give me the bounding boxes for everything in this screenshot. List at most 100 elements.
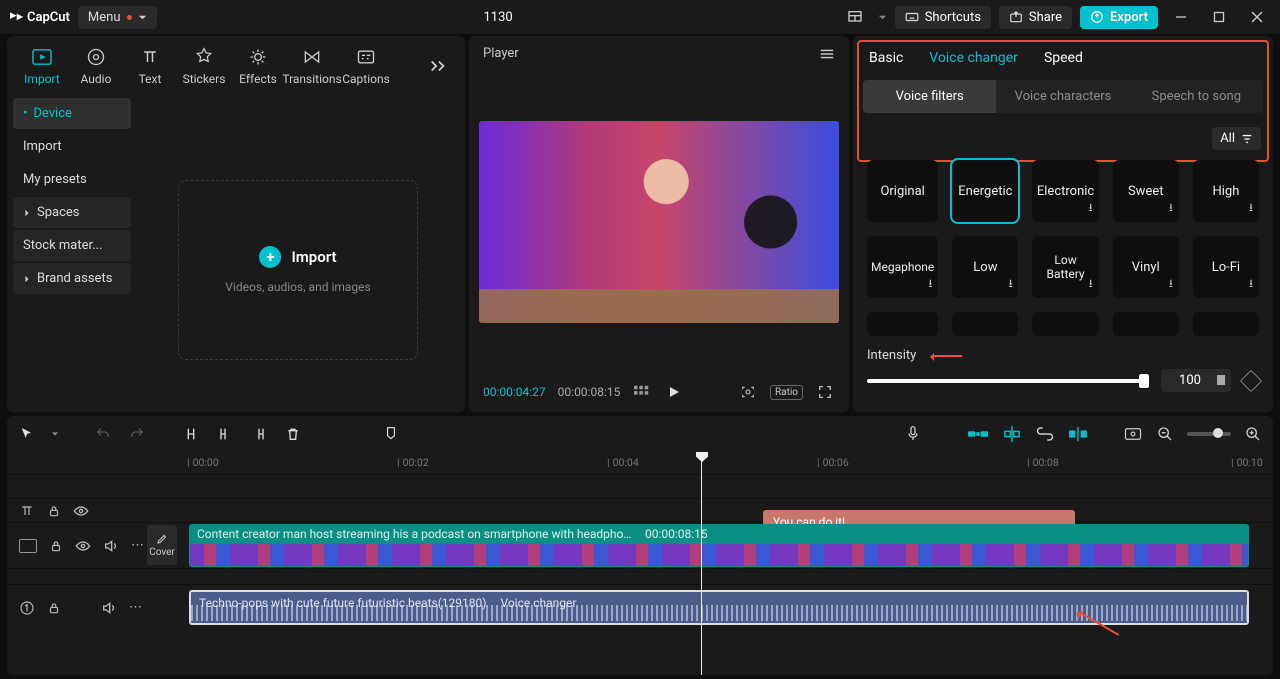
trim-left-tool[interactable] [215, 424, 235, 444]
intensity-value[interactable]: 100 [1161, 369, 1231, 392]
tab-audio[interactable]: Audio [69, 40, 123, 92]
lock-icon[interactable] [49, 539, 63, 553]
cover-button[interactable]: Cover [147, 525, 177, 565]
chevron-down-icon[interactable] [878, 13, 887, 22]
layout-icon[interactable] [840, 2, 870, 32]
tab-speed[interactable]: Speed [1044, 50, 1083, 66]
slider-knob[interactable] [1139, 374, 1149, 388]
nav-brand-assets[interactable]: Brand assets [13, 263, 131, 294]
speaker-icon[interactable] [101, 601, 117, 615]
snap-mode-1[interactable] [967, 425, 989, 443]
shortcuts-button[interactable]: Shortcuts [895, 6, 991, 29]
tab-text[interactable]: Text [123, 40, 177, 92]
duration: 00:00:08:15 [558, 385, 621, 399]
filter-row-placeholder[interactable] [1193, 312, 1259, 336]
ruler-tick: 00:10 [1231, 456, 1263, 469]
menu-button[interactable]: Menu [78, 6, 157, 29]
snap-mode-3[interactable] [1067, 425, 1089, 443]
share-button[interactable]: Share [999, 6, 1072, 29]
seg-voice-filters[interactable]: Voice filters [863, 80, 996, 113]
app-logo: CapCut [8, 9, 70, 25]
tab-stickers[interactable]: Stickers [177, 40, 231, 92]
filter-megaphone[interactable]: Megaphone⭳ [867, 236, 938, 298]
window-maximize[interactable] [1204, 2, 1234, 32]
filter-low[interactable]: Low⭳ [952, 236, 1018, 298]
tab-import[interactable]: Import [15, 40, 69, 92]
filter-electronic[interactable]: Electronic⭳ [1032, 160, 1098, 222]
ratio-button[interactable]: Ratio [770, 385, 803, 400]
nav-stock-materials[interactable]: Stock mater... [13, 230, 131, 261]
download-icon: ⭳ [1169, 199, 1173, 218]
seg-voice-characters[interactable]: Voice characters [996, 80, 1129, 113]
nav-device[interactable]: • Device [13, 98, 131, 129]
window-minimize[interactable] [1166, 2, 1196, 32]
zoom-in-icon[interactable] [1243, 424, 1263, 444]
redo-button[interactable] [127, 424, 147, 444]
intensity-slider[interactable] [867, 379, 1149, 383]
lock-icon[interactable] [47, 504, 61, 518]
filter-row-placeholder[interactable] [1113, 312, 1179, 336]
captions-icon [355, 46, 377, 68]
tab-transitions[interactable]: Transitions [285, 40, 339, 92]
track-more-icon[interactable]: ⋯ [129, 600, 142, 615]
keyframe-button[interactable] [1240, 369, 1263, 392]
tab-effects[interactable]: Effects [231, 40, 285, 92]
filter-row-placeholder[interactable] [952, 312, 1018, 336]
video-clip-header[interactable]: Content creator man host streaming his a… [189, 524, 1249, 544]
filter-vinyl[interactable]: Vinyl⭳ [1113, 236, 1179, 298]
video-clip[interactable] [189, 544, 1249, 567]
timeline[interactable]: 00:00 00:02 00:04 00:06 00:08 00:10 You … [7, 452, 1273, 675]
time-ruler[interactable]: 00:00 00:02 00:04 00:06 00:08 00:10 [181, 452, 1273, 474]
eye-icon[interactable] [75, 540, 91, 552]
tab-basic[interactable]: Basic [869, 50, 903, 66]
more-tabs-button[interactable] [419, 59, 457, 73]
fullscreen-icon[interactable] [815, 382, 835, 402]
tab-voice-changer[interactable]: Voice changer [929, 50, 1018, 66]
scan-icon[interactable] [738, 382, 758, 402]
trim-right-tool[interactable] [249, 424, 269, 444]
play-button[interactable] [664, 382, 684, 402]
zoom-slider[interactable] [1187, 432, 1231, 436]
delete-tool[interactable] [283, 424, 303, 444]
eye-icon[interactable] [73, 505, 89, 517]
undo-button[interactable] [93, 424, 113, 444]
nav-spaces[interactable]: Spaces [13, 197, 131, 228]
keyboard-icon [905, 10, 919, 24]
filter-row-placeholder[interactable] [1032, 312, 1098, 336]
tab-captions[interactable]: Captions [339, 40, 393, 92]
filter-lofi[interactable]: Lo-Fi⭳ [1193, 236, 1259, 298]
filter-low-battery[interactable]: Low Battery⭳ [1032, 236, 1098, 298]
filter-row-placeholder[interactable] [867, 312, 938, 336]
window-close[interactable] [1242, 2, 1272, 32]
track-more-icon[interactable]: ⋯ [131, 538, 144, 553]
filter-all-button[interactable]: All [1212, 127, 1261, 150]
link-icon[interactable] [1035, 424, 1055, 444]
export-button[interactable]: Export [1080, 6, 1158, 29]
player-menu-icon[interactable] [819, 47, 835, 61]
share-label: Share [1029, 10, 1062, 25]
mic-icon[interactable] [903, 424, 923, 444]
seg-speech-to-song[interactable]: Speech to song [1130, 80, 1263, 113]
lock-icon[interactable] [47, 601, 61, 615]
filter-sweet[interactable]: Sweet⭳ [1113, 160, 1179, 222]
cursor-tool[interactable] [17, 424, 37, 444]
playhead[interactable] [701, 452, 702, 675]
marker-tool[interactable] [381, 424, 401, 444]
nav-my-presets[interactable]: My presets [13, 164, 131, 195]
thumbnail-grid-icon[interactable] [632, 382, 652, 402]
ruler-tick: 00:00 [187, 456, 219, 469]
import-dropzone[interactable]: + Import Videos, audios, and images [137, 134, 459, 406]
chevron-down-icon[interactable] [51, 430, 59, 438]
speaker-icon[interactable] [103, 539, 119, 553]
slider-knob[interactable] [1213, 428, 1223, 438]
preview-toggle[interactable] [1123, 424, 1143, 444]
filter-high[interactable]: High⭳ [1193, 160, 1259, 222]
split-tool[interactable] [181, 424, 201, 444]
video-preview[interactable] [479, 121, 839, 323]
nav-import[interactable]: Import [13, 131, 131, 162]
transitions-icon [301, 46, 323, 68]
snap-mode-2[interactable] [1001, 425, 1023, 443]
zoom-out-icon[interactable] [1155, 424, 1175, 444]
filter-energetic[interactable]: Energetic [952, 160, 1018, 222]
filter-original[interactable]: Original [867, 160, 938, 222]
